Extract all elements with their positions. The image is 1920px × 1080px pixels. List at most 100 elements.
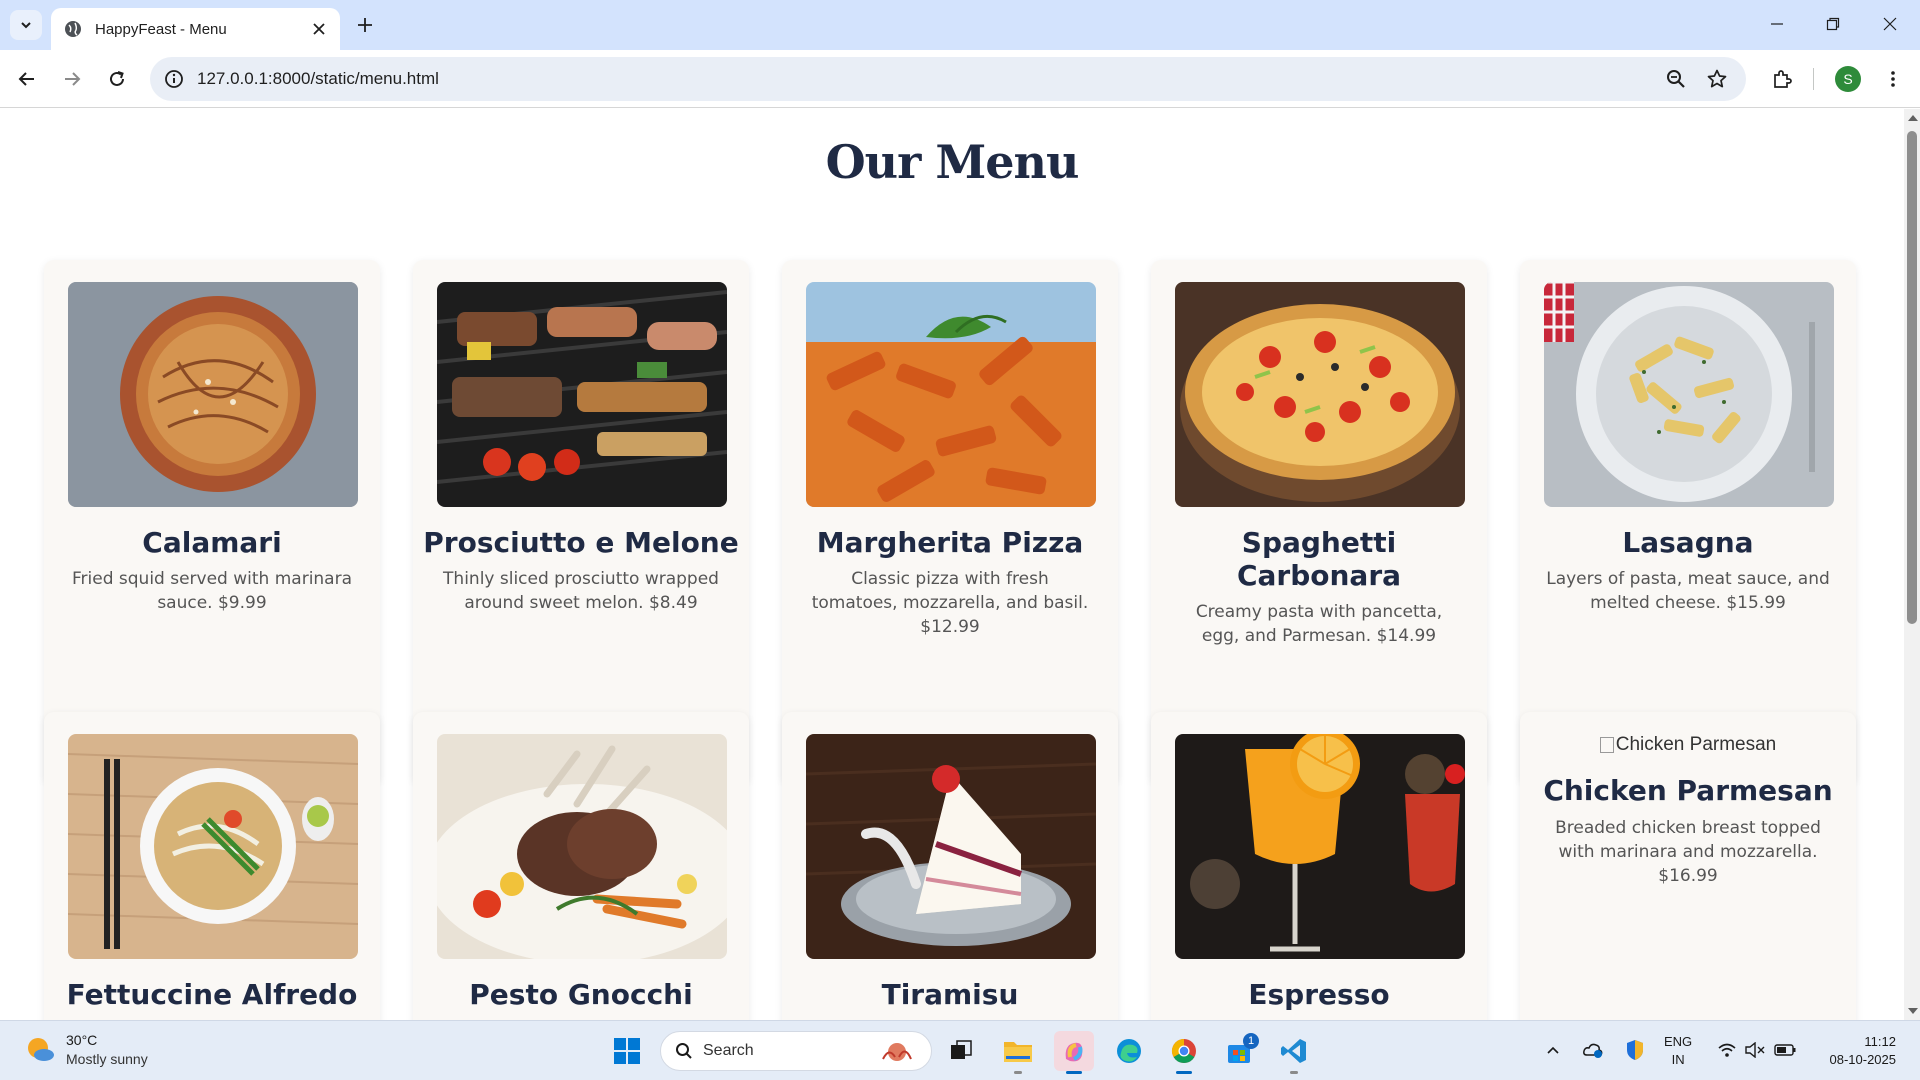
cloud-icon[interactable]	[1582, 1039, 1604, 1061]
menu-card[interactable]: Espresso	[1151, 712, 1487, 1020]
food-image-cocktail	[1175, 734, 1465, 959]
forward-button[interactable]	[56, 63, 88, 95]
chrome-button[interactable]	[1164, 1031, 1204, 1074]
scroll-up-arrow-icon[interactable]	[1908, 115, 1918, 121]
food-image-lamb-chops	[437, 734, 727, 959]
food-image-penne-plate	[1544, 282, 1834, 507]
item-name: Espresso	[1248, 978, 1390, 1011]
minimize-icon	[1771, 23, 1783, 25]
restore-icon	[1826, 17, 1840, 31]
food-image-penne-pasta	[806, 282, 1096, 507]
lang-line2: IN	[1671, 1052, 1685, 1067]
item-name: Margherita Pizza	[816, 526, 1084, 559]
weather-widget[interactable]: 30°C Mostly sunny	[24, 1031, 148, 1069]
file-explorer-button[interactable]	[998, 1031, 1038, 1074]
new-tab-button[interactable]	[351, 11, 379, 39]
volume-muted-icon[interactable]	[1744, 1039, 1766, 1061]
menu-card[interactable]: Margherita Pizza Classic pizza with fres…	[782, 260, 1118, 785]
food-image-cake-slice	[806, 734, 1096, 959]
item-description: Creamy pasta with pancetta, egg, and Par…	[1195, 602, 1443, 646]
plus-icon	[358, 18, 372, 32]
item-description: Classic pizza with fresh tomatoes, mozza…	[811, 569, 1089, 637]
item-description: Layers of pasta, meat sauce, and melted …	[1546, 569, 1830, 613]
browser-tab-strip: HappyFeast - Menu	[0, 0, 1920, 50]
image-alt-text: Chicken Parmesan	[1615, 734, 1777, 755]
battery-icon[interactable]	[1774, 1039, 1796, 1061]
address-bar[interactable]: 127.0.0.1:8000/static/menu.html	[150, 57, 1746, 101]
close-icon	[1883, 17, 1897, 31]
item-name: Prosciutto e Melone	[423, 526, 739, 559]
tab-title: HappyFeast - Menu	[95, 20, 227, 38]
edge-icon	[1117, 1039, 1141, 1063]
weather-desc: Mostly sunny	[66, 1051, 148, 1067]
taskbar: 30°C Mostly sunny Search 1 ENG IN 11:12 …	[0, 1020, 1920, 1080]
item-description: Fried squid served with marinara sauce. …	[71, 569, 353, 613]
food-image-pizza	[1175, 282, 1465, 507]
site-info-icon[interactable]	[162, 67, 186, 91]
food-image-grill-skewers	[437, 282, 727, 507]
close-tab-button[interactable]	[308, 18, 330, 40]
item-name: Pesto Gnocchi	[469, 978, 693, 1011]
zoom-icon[interactable]	[1664, 67, 1688, 91]
close-window-button[interactable]	[1872, 8, 1908, 40]
search-highlight-icon	[882, 1043, 912, 1061]
chevron-up-icon[interactable]	[1542, 1039, 1564, 1061]
menu-card[interactable]: Pesto Gnocchi	[413, 712, 749, 1020]
menu-card[interactable]: Fettuccine Alfredo	[44, 712, 380, 1020]
broken-image-alt: Chicken Parmesan	[1520, 734, 1856, 756]
page-scrollbar[interactable]	[1904, 109, 1920, 1020]
menu-card[interactable]: Tiramisu	[782, 712, 1118, 1020]
copilot-icon	[1065, 1042, 1083, 1062]
item-name: Lasagna	[1622, 526, 1754, 559]
vscode-button[interactable]	[1274, 1031, 1314, 1074]
start-button[interactable]	[607, 1031, 647, 1071]
menu-icon[interactable]	[1877, 63, 1909, 95]
item-name: Tiramisu	[881, 978, 1019, 1011]
menu-card[interactable]: Calamari Fried squid served with marinar…	[44, 260, 380, 785]
lang-line1: ENG	[1664, 1034, 1693, 1049]
restore-button[interactable]	[1815, 8, 1851, 40]
minimize-button[interactable]	[1759, 8, 1795, 40]
menu-card[interactable]: Prosciutto e Melone Thinly sliced prosci…	[413, 260, 749, 785]
scroll-down-arrow-icon[interactable]	[1908, 1008, 1918, 1014]
scroll-thumb[interactable]	[1907, 131, 1917, 624]
taskbar-search[interactable]: Search	[660, 1031, 932, 1071]
active-tab[interactable]: HappyFeast - Menu	[51, 8, 340, 50]
clock-time: 11:12	[1864, 1034, 1896, 1049]
page-viewport: Our Menu Calamari Fried squid served wit…	[0, 109, 1904, 1020]
reload-button[interactable]	[101, 63, 133, 95]
store-button[interactable]: 1	[1219, 1031, 1259, 1071]
partly-sunny-icon	[28, 1038, 54, 1061]
reload-icon	[110, 71, 124, 86]
edge-button[interactable]	[1109, 1031, 1149, 1071]
vscode-icon	[1281, 1039, 1306, 1063]
menu-card[interactable]: Lasagna Layers of pasta, meat sauce, and…	[1520, 260, 1856, 785]
menu-card[interactable]: Spaghetti Carbonara Creamy pasta with pa…	[1151, 260, 1487, 785]
language-indicator[interactable]: ENG IN	[1664, 1033, 1692, 1069]
windows-logo-icon	[614, 1038, 640, 1064]
tab-search-button[interactable]	[10, 10, 42, 40]
security-shield-icon[interactable]	[1624, 1039, 1646, 1061]
system-clock[interactable]: 11:12 08-10-2025	[1810, 1033, 1897, 1069]
extensions-icon[interactable]	[1766, 63, 1798, 95]
toolbar-separator	[1813, 68, 1814, 90]
notification-badge: 1	[1243, 1033, 1259, 1049]
copilot-button[interactable]	[1054, 1031, 1094, 1074]
profile-avatar[interactable]: S	[1835, 66, 1861, 92]
globe-icon	[63, 19, 83, 39]
back-icon	[18, 72, 34, 86]
task-view-button[interactable]	[941, 1031, 981, 1071]
chrome-icon	[1171, 1039, 1196, 1064]
wifi-icon[interactable]	[1716, 1039, 1738, 1061]
back-button[interactable]	[11, 63, 43, 95]
item-name: Chicken Parmesan	[1543, 774, 1833, 807]
page-title: Our Menu	[825, 135, 1080, 189]
url-text[interactable]: 127.0.0.1:8000/static/menu.html	[197, 69, 439, 89]
folder-icon	[1004, 1042, 1032, 1062]
broken-image-icon	[1599, 736, 1614, 753]
close-icon	[313, 23, 325, 35]
menu-card[interactable]: Chicken Parmesan Chicken Parmesan Breade…	[1520, 712, 1856, 1020]
star-icon[interactable]	[1705, 67, 1729, 91]
chevron-down-icon	[21, 22, 31, 29]
weather-temp: 30°C	[66, 1032, 98, 1048]
